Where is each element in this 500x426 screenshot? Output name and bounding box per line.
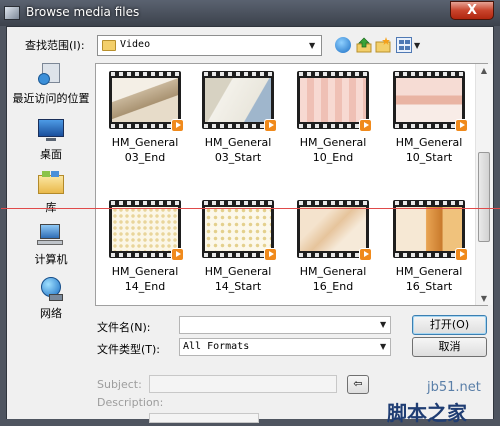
- play-badge-icon: [359, 248, 372, 261]
- play-badge-icon: [455, 119, 468, 132]
- chevron-down-icon[interactable]: ▼: [380, 342, 386, 351]
- recent-places-icon: [36, 61, 66, 87]
- file-name-line2: 14_Start: [214, 280, 262, 293]
- back-icon[interactable]: [335, 37, 351, 53]
- chevron-down-icon[interactable]: ▼: [380, 320, 386, 329]
- video-thumbnail: [109, 71, 184, 132]
- file-name-line1: HM_General: [395, 265, 463, 278]
- red-guide-line: [1, 208, 500, 209]
- file-name-line2: 10_Start: [405, 151, 453, 164]
- play-badge-icon: [455, 248, 468, 261]
- file-item[interactable]: HM_General 14_End: [99, 200, 191, 294]
- file-name-line1: HM_General: [111, 265, 179, 278]
- play-badge-icon: [264, 248, 277, 261]
- place-network[interactable]: 网络: [7, 276, 95, 321]
- play-badge-icon: [171, 119, 184, 132]
- look-in-label: 查找范围(I):: [25, 39, 85, 52]
- file-name-line2: 14_End: [124, 280, 166, 293]
- scroll-up-icon[interactable]: ▲: [478, 66, 490, 75]
- filetype-label: 文件类型(T):: [97, 343, 161, 356]
- close-button[interactable]: X: [450, 1, 494, 20]
- file-name-line1: HM_General: [395, 136, 463, 149]
- view-menu-icon[interactable]: [396, 37, 412, 53]
- file-list[interactable]: HM_General 03_End HM_General 03_Start HM…: [95, 63, 488, 306]
- play-badge-icon: [359, 119, 372, 132]
- vertical-scrollbar[interactable]: ▲ ▼: [475, 64, 492, 305]
- file-name-line2: 03_End: [124, 151, 166, 164]
- file-item[interactable]: HM_General 16_Start: [383, 200, 475, 294]
- look-in-value: Video: [120, 39, 151, 50]
- file-name-line1: HM_General: [204, 136, 272, 149]
- file-name-line1: HM_General: [299, 136, 367, 149]
- place-label: 桌面: [40, 148, 62, 161]
- place-computer[interactable]: 计算机: [7, 222, 95, 267]
- scrollbar-thumb[interactable]: [478, 152, 490, 242]
- file-item[interactable]: HM_General 10_End: [287, 71, 379, 165]
- file-item[interactable]: HM_General 10_Start: [383, 71, 475, 165]
- video-thumbnail: [202, 71, 277, 132]
- open-button[interactable]: 打开(O): [412, 315, 487, 335]
- file-name-line1: HM_General: [299, 265, 367, 278]
- place-desktop[interactable]: 桌面: [7, 117, 95, 162]
- places-bar: 最近访问的位置 桌面 库 计算机: [7, 57, 95, 357]
- video-thumbnail: [393, 71, 468, 132]
- description-label: Description:: [97, 396, 164, 409]
- video-thumbnail: [297, 71, 372, 132]
- file-item[interactable]: HM_General 03_End: [99, 71, 191, 165]
- file-name-line2: 16_End: [312, 280, 354, 293]
- chevron-down-icon[interactable]: ▼: [309, 41, 315, 50]
- file-name-line2: 10_End: [312, 151, 354, 164]
- file-name-line2: 16_Start: [405, 280, 453, 293]
- folder-icon: [102, 40, 116, 51]
- place-label: 最近访问的位置: [12, 92, 90, 105]
- place-recent[interactable]: 最近访问的位置: [7, 61, 95, 106]
- arrow-left-icon: ⇦: [353, 377, 363, 390]
- new-folder-icon[interactable]: [375, 37, 391, 53]
- file-name-line1: HM_General: [204, 265, 272, 278]
- subject-input[interactable]: [149, 375, 337, 393]
- desktop-icon: [36, 117, 66, 143]
- filename-label: 文件名(N):: [97, 321, 151, 334]
- file-name-line1: HM_General: [111, 136, 179, 149]
- libraries-icon: [36, 170, 66, 196]
- network-icon: [36, 276, 66, 302]
- file-item[interactable]: HM_General 14_Start: [192, 200, 284, 294]
- play-badge-icon: [171, 248, 184, 261]
- view-dropdown-arrow-icon[interactable]: ▼: [414, 41, 420, 50]
- app-icon: [4, 6, 20, 20]
- file-item[interactable]: HM_General 16_End: [287, 200, 379, 294]
- watermark-name: 脚本之家: [387, 401, 467, 425]
- dialog-body: 查找范围(I): Video ▼ ▼ 最近访问的位置 桌面 计算机 网络 HM_…: [1, 26, 500, 425]
- window-title: Browse media files: [26, 5, 140, 19]
- title-bar[interactable]: Browse media files X: [0, 0, 500, 26]
- subject-label: Subject:: [97, 378, 142, 391]
- place-label: 网络: [40, 307, 62, 320]
- place-label: 计算机: [34, 253, 68, 266]
- filename-input[interactable]: ▼: [179, 316, 391, 334]
- place-label: 库: [7, 199, 95, 215]
- up-folder-icon[interactable]: [356, 37, 372, 53]
- computer-icon: [36, 222, 66, 248]
- watermark-site: jb51.net: [427, 380, 481, 395]
- filetype-value: All Formats: [183, 341, 250, 352]
- cancel-button[interactable]: 取消: [412, 337, 487, 357]
- file-item[interactable]: HM_General 03_Start: [192, 71, 284, 165]
- play-badge-icon: [264, 119, 277, 132]
- file-name-line2: 03_Start: [214, 151, 262, 164]
- subject-arrow-button[interactable]: ⇦: [347, 375, 369, 394]
- look-in-dropdown[interactable]: Video ▼: [97, 35, 322, 56]
- scroll-down-icon[interactable]: ▼: [478, 294, 490, 303]
- filetype-select[interactable]: All Formats ▼: [179, 338, 391, 356]
- description-input[interactable]: [149, 413, 259, 423]
